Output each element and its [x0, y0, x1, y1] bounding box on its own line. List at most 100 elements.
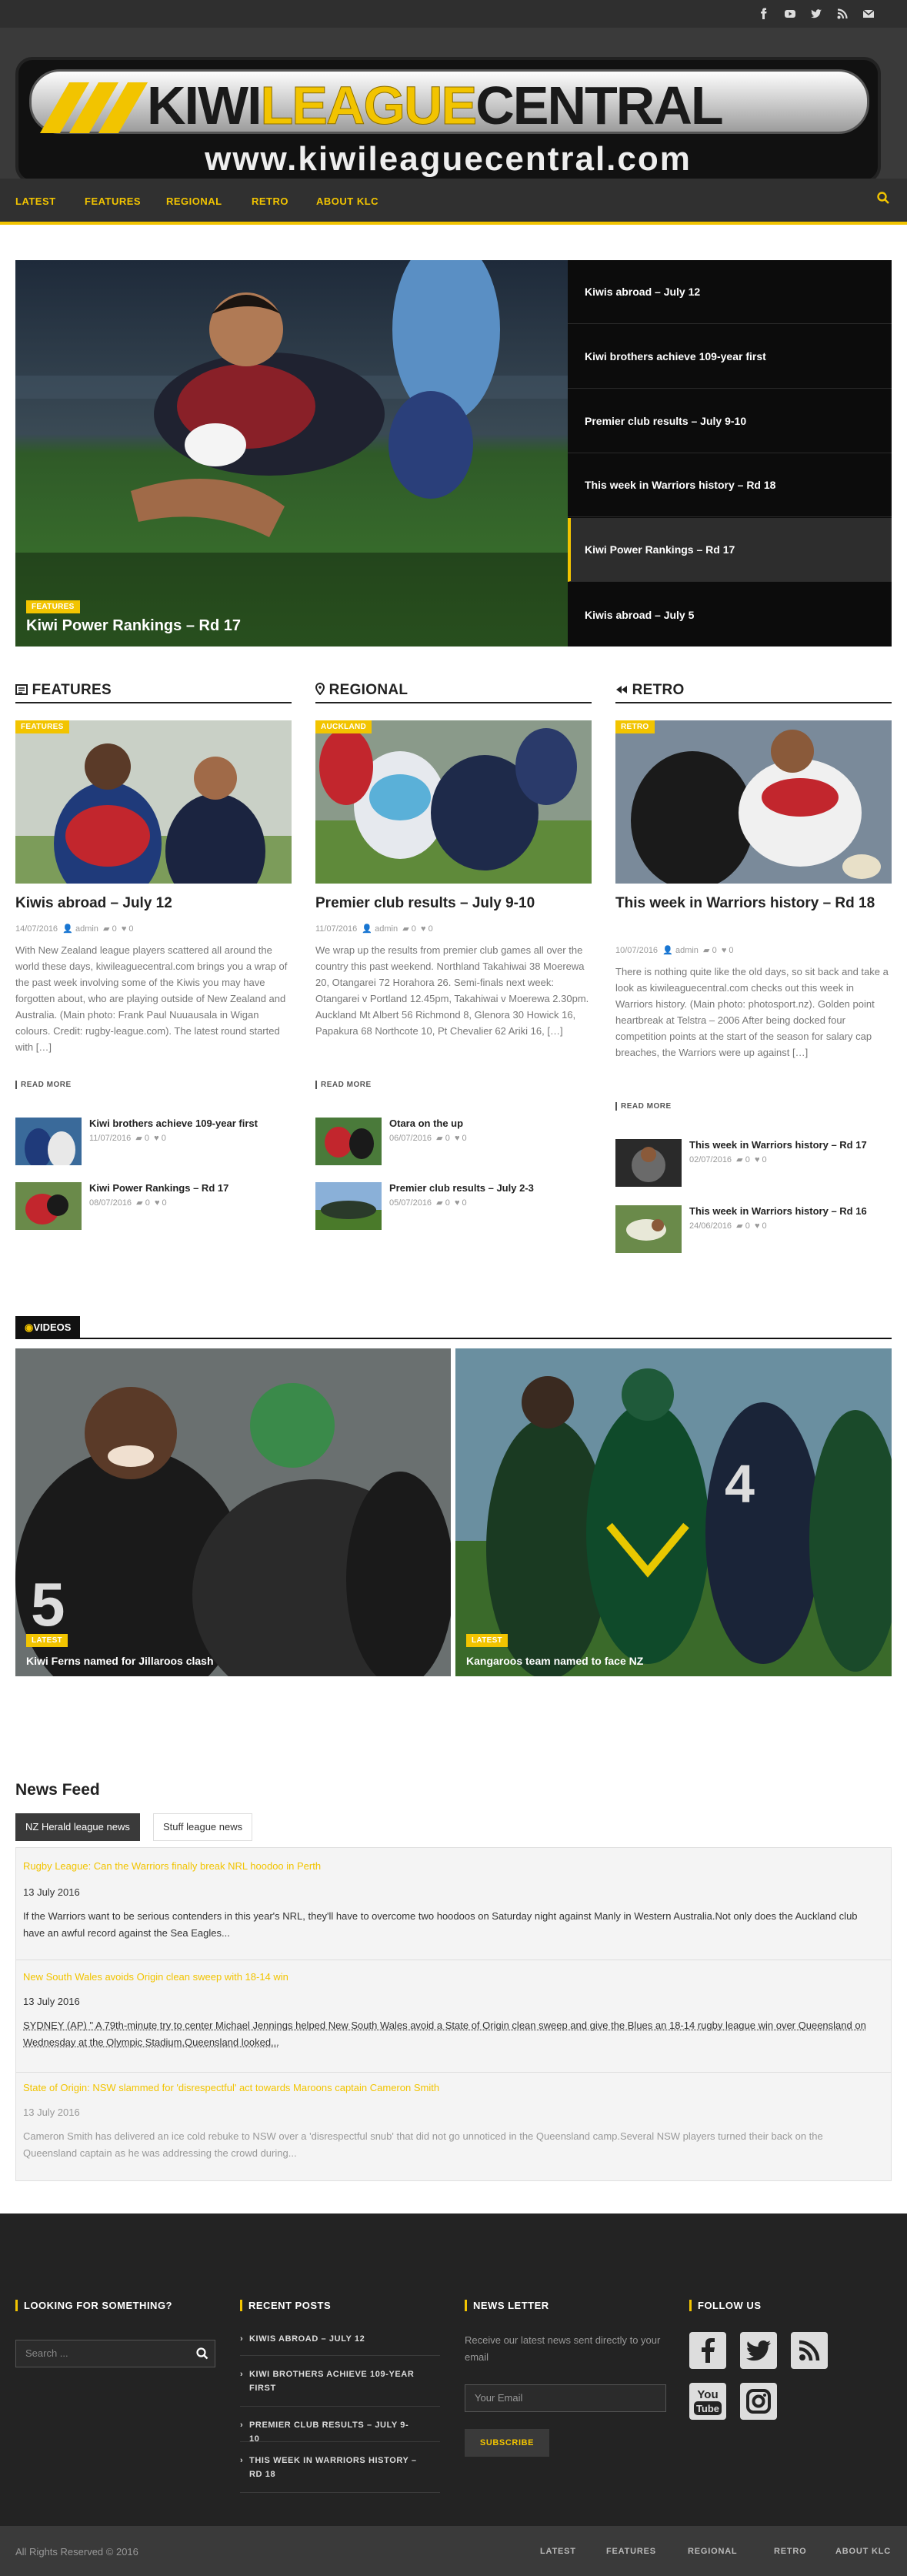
- category-tag[interactable]: LATEST: [466, 1634, 508, 1647]
- user-icon: 👤: [662, 946, 673, 955]
- twitter-icon[interactable]: [809, 7, 823, 21]
- slider-list-item-active[interactable]: Kiwi Power Rankings – Rd 17: [568, 518, 892, 582]
- video-card[interactable]: 4 LATEST Kangaroos team named to face NZ: [455, 1348, 892, 1676]
- related-thumb[interactable]: [315, 1118, 382, 1165]
- youtube-icon[interactable]: [783, 7, 797, 21]
- tab-nz-herald[interactable]: NZ Herald league news: [15, 1813, 140, 1841]
- article-author[interactable]: admin: [75, 924, 98, 934]
- email-icon[interactable]: [862, 7, 875, 21]
- featured-slide[interactable]: FEATURES Kiwi Power Rankings – Rd 17: [15, 260, 568, 647]
- nav-item-retro[interactable]: RETRO: [252, 195, 288, 207]
- section-heading-videos[interactable]: ◉VIDEOS: [15, 1316, 81, 1339]
- related-title[interactable]: Kiwi brothers achieve 109-year first: [89, 1118, 258, 1129]
- facebook-icon[interactable]: [757, 7, 771, 21]
- email-field[interactable]: Your Email: [465, 2384, 666, 2412]
- article-excerpt: With New Zealand league players scattere…: [15, 944, 288, 1053]
- youtube-icon[interactable]: You Tube: [689, 2383, 726, 2420]
- related-title[interactable]: This week in Warriors history – Rd 17: [689, 1139, 867, 1151]
- footer-nav-features[interactable]: FEATURES: [606, 2547, 656, 2556]
- like-count: 0: [128, 924, 134, 934]
- article-excerpt: We wrap up the results from premier club…: [315, 944, 589, 1037]
- news-headline-link[interactable]: New South Wales avoids Origin clean swee…: [23, 1971, 288, 1983]
- related-title[interactable]: Premier club results – July 2-3: [389, 1182, 534, 1194]
- news-feed-title: News Feed: [15, 1781, 100, 1799]
- footer-search-input[interactable]: Search ...: [15, 2340, 215, 2367]
- recent-post-link[interactable]: › THIS WEEK IN WARRIORS HISTORY – RD 18: [240, 2454, 425, 2481]
- related-thumb[interactable]: [315, 1182, 382, 1230]
- nav-item-features[interactable]: FEATURES: [85, 195, 141, 207]
- nav-item-regional[interactable]: REGIONAL: [166, 195, 222, 207]
- article-title[interactable]: Premier club results – July 9-10: [315, 893, 592, 914]
- category-tag[interactable]: RETRO: [615, 720, 655, 733]
- category-tag[interactable]: FEATURES: [15, 720, 69, 733]
- nav-item-about[interactable]: ABOUT KLC: [316, 195, 378, 207]
- bottom-bar: All Rights Reserved © 2016 LATEST FEATUR…: [0, 2526, 907, 2576]
- article-image[interactable]: FEATURES: [15, 720, 292, 884]
- category-tag[interactable]: AUCKLAND: [315, 720, 372, 733]
- section-heading-label: FEATURES: [32, 682, 112, 698]
- chevron-right-icon: ›: [240, 2421, 244, 2430]
- tab-stuff[interactable]: Stuff league news: [153, 1813, 253, 1841]
- footer-nav-regional[interactable]: REGIONAL: [688, 2547, 737, 2556]
- subscribe-button[interactable]: SUBSCRIBE: [465, 2429, 549, 2457]
- recent-post-link[interactable]: › KIWI BROTHERS ACHIEVE 109-YEAR FIRST: [240, 2367, 417, 2395]
- rss-icon[interactable]: [791, 2332, 828, 2369]
- video-title[interactable]: Kiwi Ferns named for Jillaroos clash: [26, 1655, 214, 1667]
- read-more-link[interactable]: READ MORE: [315, 1081, 372, 1089]
- slider-list-item[interactable]: This week in Warriors history – Rd 18: [568, 453, 892, 517]
- article-title[interactable]: Kiwis abroad – July 12: [15, 893, 292, 914]
- featured-slide-title[interactable]: Kiwi Power Rankings – Rd 17: [26, 617, 241, 635]
- related-thumb[interactable]: [615, 1139, 682, 1187]
- comment-count: 0: [411, 924, 416, 934]
- recent-post-label: PREMIER CLUB RESULTS – JULY 9-10: [249, 2421, 409, 2444]
- comment-count: 0: [745, 1155, 750, 1164]
- section-heading-features[interactable]: FEATURES: [15, 682, 112, 699]
- site-logo[interactable]: KIWILEAGUECENTRAL www.kiwileaguecentral.…: [15, 57, 881, 183]
- search-icon[interactable]: [195, 2347, 209, 2360]
- read-more-link[interactable]: READ MORE: [615, 1102, 672, 1111]
- nav-item-latest[interactable]: LATEST: [15, 195, 56, 207]
- related-thumb[interactable]: [15, 1118, 82, 1165]
- article-image[interactable]: RETRO: [615, 720, 892, 884]
- twitter-icon[interactable]: [740, 2332, 777, 2369]
- footer-nav-about[interactable]: ABOUT KLC: [835, 2547, 891, 2556]
- footer-nav-latest[interactable]: LATEST: [540, 2547, 576, 2556]
- recent-post-link[interactable]: › KIWIS ABROAD – JULY 12: [240, 2332, 417, 2346]
- video-title[interactable]: Kangaroos team named to face NZ: [466, 1655, 643, 1667]
- related-title[interactable]: This week in Warriors history – Rd 16: [689, 1205, 867, 1217]
- news-headline-link[interactable]: Rugby League: Can the Warriors finally b…: [23, 1860, 321, 1872]
- news-headline-link[interactable]: State of Origin: NSW slammed for 'disres…: [23, 2082, 439, 2093]
- slider-list-item[interactable]: Premier club results – July 9-10: [568, 389, 892, 453]
- section-heading-regional[interactable]: REGIONAL: [315, 682, 408, 699]
- related-thumb[interactable]: [15, 1182, 82, 1230]
- chevron-right-icon: ›: [240, 2334, 244, 2344]
- like-count: 0: [462, 1198, 467, 1208]
- read-more-link[interactable]: READ MORE: [15, 1081, 72, 1089]
- chevron-right-icon: ›: [240, 2456, 244, 2465]
- article-image[interactable]: AUCKLAND: [315, 720, 592, 884]
- search-icon[interactable]: [876, 191, 890, 205]
- svg-text:Tube: Tube: [696, 2403, 719, 2414]
- article-author[interactable]: admin: [375, 924, 398, 934]
- category-tag[interactable]: LATEST: [26, 1634, 68, 1647]
- newspaper-icon: [15, 684, 28, 695]
- copyright: All Rights Reserved © 2016: [15, 2546, 138, 2558]
- logo-url: www.kiwileaguecentral.com: [205, 140, 692, 178]
- related-title[interactable]: Otara on the up: [389, 1118, 463, 1129]
- slider-list-item[interactable]: Kiwi brothers achieve 109-year first: [568, 325, 892, 389]
- slider-list-item[interactable]: Kiwis abroad – July 12: [568, 260, 892, 324]
- section-heading-retro[interactable]: RETRO: [615, 682, 685, 699]
- footer-nav-retro[interactable]: RETRO: [774, 2547, 807, 2556]
- featured-slide-tag[interactable]: FEATURES: [26, 599, 80, 613]
- slider-list-item-label: This week in Warriors history – Rd 18: [585, 479, 776, 491]
- facebook-icon[interactable]: [689, 2332, 726, 2369]
- article-title[interactable]: This week in Warriors history – Rd 18: [615, 893, 892, 914]
- footer-heading-recent: RECENT POSTS: [240, 2300, 331, 2311]
- article-author[interactable]: admin: [675, 946, 699, 955]
- instagram-icon[interactable]: [740, 2383, 777, 2420]
- video-card[interactable]: 5 LATEST Kiwi Ferns named for Jillaroos …: [15, 1348, 451, 1676]
- rss-icon[interactable]: [835, 7, 849, 21]
- related-title[interactable]: Kiwi Power Rankings – Rd 17: [89, 1182, 228, 1194]
- related-thumb[interactable]: [615, 1205, 682, 1253]
- slider-list-item[interactable]: Kiwis abroad – July 5: [568, 583, 892, 647]
